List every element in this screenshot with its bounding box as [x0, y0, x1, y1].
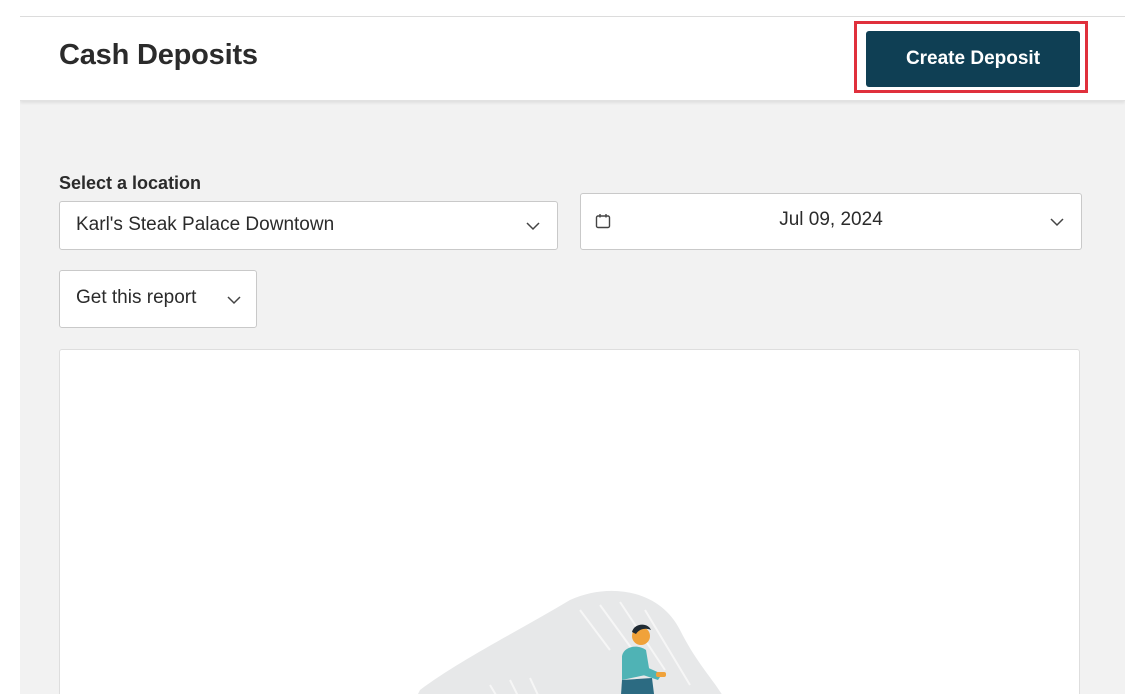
- location-label: Select a location: [59, 173, 202, 193]
- create-deposit-button[interactable]: Create Deposit: [866, 31, 1080, 87]
- get-report-label: Get this report: [76, 287, 197, 308]
- get-report-dropdown[interactable]: Get this report: [59, 270, 257, 328]
- date-picker[interactable]: Jul 09, 2024: [580, 193, 1082, 250]
- page-frame: Cash Deposits Create Deposit Select a lo…: [20, 0, 1125, 694]
- chevron-down-icon: [227, 296, 241, 305]
- deposits-panel: [59, 349, 1080, 694]
- chevron-down-icon: [526, 222, 540, 231]
- top-bar: [20, 0, 1125, 17]
- location-select[interactable]: Karl's Steak Palace Downtown: [59, 201, 558, 250]
- page-title: Cash Deposits: [59, 39, 258, 71]
- location-select-value: Karl's Steak Palace Downtown: [76, 214, 335, 235]
- empty-state-illustration: [418, 590, 722, 694]
- chevron-down-icon: [1050, 218, 1064, 227]
- page-header: Cash Deposits Create Deposit: [20, 17, 1125, 101]
- date-picker-value: Jul 09, 2024: [779, 209, 883, 230]
